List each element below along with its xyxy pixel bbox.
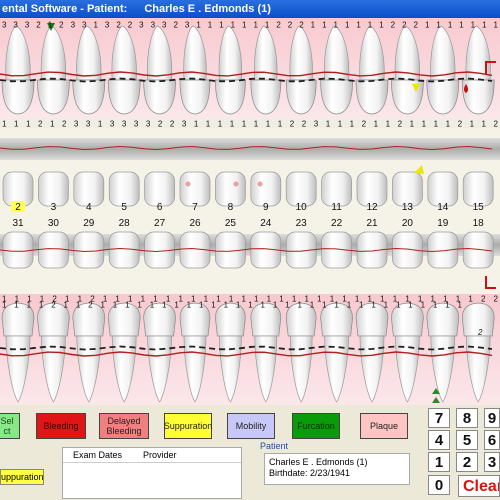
upper-occlusal-tooth[interactable] bbox=[73, 171, 105, 207]
lower-tooth-number[interactable]: 25 bbox=[225, 218, 237, 229]
keypad-key-4[interactable]: 4 bbox=[428, 430, 450, 450]
exam-dates-header[interactable]: Exam Dates bbox=[73, 450, 122, 460]
window-title: ental Software - Patient: bbox=[2, 3, 128, 15]
patient-name: Charles E . Edmonds (1) bbox=[269, 457, 368, 467]
suppuration-indicator: uppuration bbox=[0, 469, 44, 485]
restoration-dot bbox=[257, 181, 263, 187]
upper-occlusal-tooth[interactable] bbox=[392, 171, 423, 207]
lower-occlusal-tooth[interactable] bbox=[2, 231, 34, 269]
upper-occlusal-tooth[interactable] bbox=[108, 171, 140, 207]
upper-tooth-number[interactable]: 7 bbox=[192, 202, 198, 213]
grid-header: Exam Dates Provider bbox=[63, 448, 241, 463]
upper-tooth-number[interactable]: 10 bbox=[296, 202, 308, 213]
upper-occlusal-tooth[interactable] bbox=[427, 171, 459, 207]
lower-occlusal-tooth[interactable] bbox=[38, 231, 69, 269]
control-panel: Sel ct Bleeding Delayed Bleeding Suppurati… bbox=[0, 405, 500, 500]
upper-tooth-number[interactable]: 5 bbox=[121, 202, 127, 213]
upper-occlusal-tooth[interactable] bbox=[38, 171, 69, 207]
lower-tooth-number[interactable]: 23 bbox=[296, 218, 308, 229]
upper-tooth-number[interactable]: 15 bbox=[473, 202, 485, 213]
lower-tooth-number[interactable]: 27 bbox=[154, 218, 166, 229]
keypad-key-6[interactable]: 6 bbox=[484, 430, 500, 450]
condition-button-plaque[interactable]: Plaque bbox=[360, 413, 408, 439]
upper-tooth-number[interactable]: 14 bbox=[437, 202, 449, 213]
upper-occlusal-tooth[interactable] bbox=[462, 171, 494, 207]
upper-occlusal-tooth[interactable] bbox=[179, 171, 211, 207]
select-button[interactable]: Sel ct bbox=[0, 413, 20, 439]
lower-occlusal-tooth[interactable] bbox=[427, 231, 459, 269]
keypad-key-3[interactable]: 3 bbox=[484, 452, 500, 472]
upper-occlusal-tooth[interactable] bbox=[2, 171, 34, 207]
keypad-key-0[interactable]: 0 bbox=[428, 475, 450, 495]
mobility-mark: 2 bbox=[477, 328, 483, 337]
upper-occlusal-tooth[interactable] bbox=[250, 171, 282, 207]
upper-tooth-number[interactable]: 12 bbox=[366, 202, 378, 213]
upper-tooth-number[interactable]: 2 bbox=[15, 202, 21, 213]
upper-tooth-number[interactable]: 8 bbox=[228, 202, 234, 213]
upper-tooth-number[interactable]: 13 bbox=[402, 202, 414, 213]
upper-lingual-depth-row: 1 1 1 2 1 2 3 3 1 3 3 3 3 2 2 3 1 1 1 1 … bbox=[2, 120, 499, 129]
upper-tooth-number[interactable]: 6 bbox=[157, 202, 163, 213]
lower-tooth-number[interactable]: 26 bbox=[189, 218, 201, 229]
lower-tooth-number[interactable]: 19 bbox=[437, 218, 449, 229]
upper-occlusal-tooth[interactable] bbox=[285, 171, 317, 207]
lower-tooth-number[interactable]: 28 bbox=[119, 218, 131, 229]
keypad-key-1[interactable]: 1 bbox=[428, 452, 450, 472]
lower-tooth-number[interactable]: 30 bbox=[48, 218, 60, 229]
condition-button-furcation[interactable]: Furcation bbox=[292, 413, 340, 439]
upper-occlusal-tooth[interactable] bbox=[356, 171, 388, 207]
patient-panel: Patient Charles E . Edmonds (1) Birthdat… bbox=[256, 441, 412, 499]
lower-tooth-number[interactable]: 29 bbox=[83, 218, 95, 229]
upper-tooth-number[interactable]: 11 bbox=[331, 202, 342, 213]
keypad-key-7[interactable]: 7 bbox=[428, 408, 450, 428]
upper-occlusal-tooth[interactable] bbox=[321, 171, 352, 207]
clear-button[interactable]: Clear bbox=[458, 475, 500, 497]
upper-tooth-number[interactable]: 9 bbox=[263, 202, 269, 213]
patient-birthdate: Birthdate: 2/23/1941 bbox=[269, 468, 351, 478]
lower-tooth-number[interactable]: 31 bbox=[12, 218, 24, 229]
lower-occlusal-tooth[interactable] bbox=[73, 231, 105, 269]
perio-chart[interactable]: 2 3 3 3 2 1 2 3 3 1 3 2 2 3 3 3 2 3 1 1 … bbox=[0, 18, 500, 405]
restoration-dot bbox=[233, 181, 239, 187]
upper-occlusal-tooth[interactable] bbox=[144, 171, 175, 207]
restoration-dot bbox=[185, 181, 191, 187]
lower-tooth-number[interactable]: 20 bbox=[402, 218, 414, 229]
lower-tooth-number[interactable]: 18 bbox=[473, 218, 485, 229]
upper-occlusal-tooth[interactable] bbox=[215, 171, 246, 207]
lower-tooth-number[interactable]: 22 bbox=[331, 218, 343, 229]
condition-button-mobility[interactable]: Mobility bbox=[227, 413, 275, 439]
keypad-key-9[interactable]: 9 bbox=[484, 408, 500, 428]
provider-header[interactable]: Provider bbox=[143, 450, 177, 460]
condition-button-bleeding[interactable]: Bleeding bbox=[36, 413, 86, 439]
patient-label: Patient bbox=[260, 441, 289, 451]
upper-depth-row: 3 3 3 2 1 2 3 3 1 3 2 2 3 3 3 2 3 1 1 1 … bbox=[2, 21, 499, 30]
upper-tooth-number[interactable]: 4 bbox=[86, 202, 92, 213]
upper-tooth-number[interactable]: 3 bbox=[51, 202, 57, 213]
exam-dates-grid[interactable]: Exam Dates Provider bbox=[62, 447, 242, 499]
lower-occlusal-tooth[interactable] bbox=[462, 231, 494, 269]
tooth-number-band bbox=[0, 206, 500, 234]
window-patient-name: Charles E . Edmonds (1) bbox=[144, 3, 271, 15]
condition-button-suppuration[interactable]: Suppuration bbox=[164, 413, 212, 439]
upper-facial-area bbox=[0, 18, 500, 118]
title-bar: ental Software - Patient: Charles E . Ed… bbox=[0, 0, 500, 18]
keypad-key-2[interactable]: 2 bbox=[456, 452, 478, 472]
keypad-key-5[interactable]: 5 bbox=[456, 430, 478, 450]
lower-tooth-number[interactable]: 24 bbox=[260, 218, 272, 229]
condition-button-delayed-bleeding[interactable]: Delayed Bleeding bbox=[99, 413, 149, 439]
keypad-key-8[interactable]: 8 bbox=[456, 408, 478, 428]
patient-info: Charles E . Edmonds (1) Birthdate: 2/23/… bbox=[264, 453, 410, 485]
lower-tooth-number[interactable]: 21 bbox=[366, 218, 378, 229]
